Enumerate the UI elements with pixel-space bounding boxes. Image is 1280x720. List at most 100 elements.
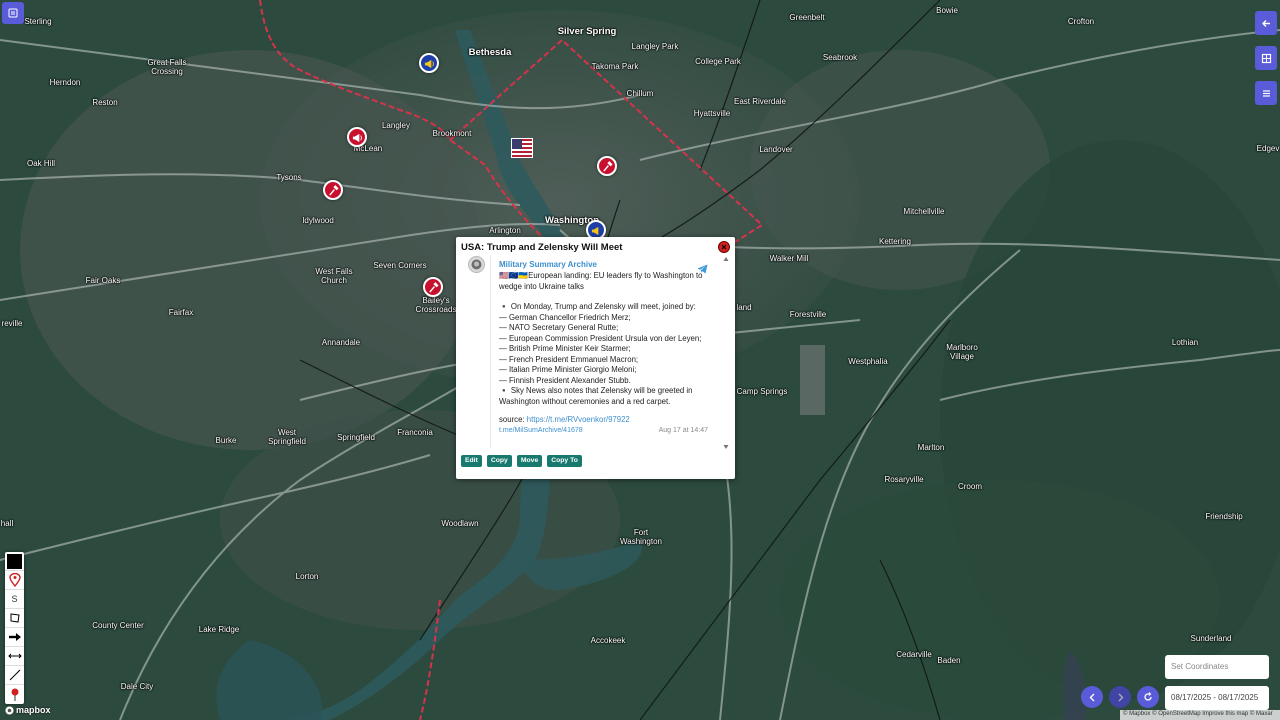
close-button[interactable]: [718, 241, 730, 253]
post-link[interactable]: t.me/MilSumArchive/41678: [499, 427, 583, 434]
channel-name[interactable]: Military Summary Archive: [499, 260, 708, 269]
coordinates-input[interactable]: Set Coordinates: [1165, 655, 1269, 679]
edit-button[interactable]: Edit: [461, 455, 482, 467]
place-label: Chillum: [626, 89, 654, 98]
place-label: Tysons: [276, 173, 302, 182]
place-label: Westphalia: [848, 357, 888, 366]
place-label: Silver Spring: [557, 26, 617, 37]
post-line: ▪️ On Monday, Trump and Zelensky will me…: [499, 302, 696, 311]
post-line: wedge into Ukraine talks: [499, 281, 584, 291]
megaphone-marker[interactable]: [347, 127, 367, 147]
post-line: — Italian Prime Minister Giorgio Meloni;: [499, 365, 637, 374]
line-icon: [9, 669, 20, 681]
hammer-marker[interactable]: [423, 277, 443, 297]
place-label: Seven Corners: [373, 261, 427, 270]
list-icon: [8, 8, 18, 18]
place-label: Franconia: [397, 428, 433, 437]
place-label: Baden: [937, 656, 961, 665]
place-label: Walker Mill: [769, 254, 809, 263]
marker-tool[interactable]: [5, 571, 24, 590]
menu-button[interactable]: [2, 2, 24, 24]
place-label: Greenbelt: [789, 13, 825, 22]
place-label: Mitchellville: [903, 207, 945, 216]
place-label: Kettering: [878, 237, 912, 246]
place-label: Langley Park: [631, 42, 679, 51]
channel-avatar: [468, 256, 485, 273]
place-label: Herndon: [49, 78, 81, 87]
place-label: Marlboro Village: [946, 343, 978, 361]
popup-actions: Edit Copy Move Copy To: [461, 455, 582, 467]
refresh-icon: [1144, 692, 1152, 701]
hammer-icon: [428, 281, 439, 293]
hammer-marker[interactable]: [323, 180, 343, 200]
mapbox-logo: mapbox: [5, 705, 51, 715]
place-label: reville: [1, 319, 23, 328]
megaphone-icon: [591, 226, 598, 235]
place-label: Brookmont: [432, 129, 472, 138]
place-label: Dale City: [120, 682, 154, 691]
place-label: Reston: [92, 98, 118, 107]
back-button[interactable]: [1255, 11, 1277, 35]
place-label: County Center: [92, 621, 144, 630]
line-tool[interactable]: [5, 666, 24, 685]
place-label: Bailey's Crossroads: [415, 296, 457, 314]
pin-tool[interactable]: [5, 685, 24, 704]
previous-button[interactable]: [1081, 686, 1103, 708]
map-pin-icon: [8, 573, 21, 587]
layers-button[interactable]: [1255, 46, 1277, 70]
popup-title: USA: Trump and Zelensky Will Meet: [461, 242, 623, 253]
double-arrow-icon: [7, 653, 22, 659]
attribution[interactable]: © Mapbox © OpenStreetMap Improve this ma…: [1120, 710, 1280, 720]
place-label: Burke: [215, 436, 237, 445]
us-flag-icon: [512, 139, 532, 157]
source-label: source:: [499, 415, 525, 424]
next-button[interactable]: [1109, 686, 1131, 708]
text-tool[interactable]: S: [5, 590, 24, 609]
post-line: Washington without ceremonies and a red …: [499, 396, 671, 406]
list-button[interactable]: [1255, 81, 1277, 105]
place-label: Annandale: [321, 338, 361, 347]
copy-to-button[interactable]: Copy To: [547, 455, 582, 467]
avatar-icon: [471, 259, 482, 270]
place-label: East Riverdale: [733, 97, 787, 106]
place-label: Takoma Park: [591, 62, 639, 71]
flag-marker[interactable]: [511, 138, 533, 158]
source-link[interactable]: https://t.me/RVvoenkor/97922: [527, 415, 630, 424]
place-label: Idylwood: [302, 216, 334, 225]
place-label: West Falls Church: [315, 267, 353, 285]
place-label: Edgev: [1256, 144, 1280, 153]
place-label: Fairfax: [168, 308, 194, 317]
mapbox-icon: [5, 705, 14, 715]
arrow-tool[interactable]: [5, 628, 24, 647]
place-label: Lorton: [295, 572, 319, 581]
place-label: Bowie: [936, 6, 958, 15]
mapbox-label: mapbox: [16, 705, 51, 715]
place-label: Rosaryville: [884, 475, 924, 484]
measure-tool[interactable]: [5, 647, 24, 666]
telegram-icon: [697, 261, 708, 279]
place-label: Springfield: [337, 433, 375, 442]
hammer-marker[interactable]: [597, 156, 617, 176]
close-icon: [721, 244, 727, 250]
place-label: Fort Washington: [620, 528, 662, 546]
place-label: hall: [0, 519, 14, 528]
chevron-left-icon: [1089, 693, 1094, 701]
chevron-right-icon: [1118, 693, 1123, 701]
date-range-input[interactable]: 08/17/2025 - 08/17/2025: [1165, 686, 1269, 710]
place-label: Camp Springs: [736, 387, 788, 396]
copy-button[interactable]: Copy: [486, 455, 512, 467]
post-footer: t.me/MilSumArchive/41678 Aug 17 at 14:47: [499, 427, 708, 434]
color-tool[interactable]: [5, 552, 24, 571]
move-button[interactable]: Move: [516, 455, 543, 467]
place-label: Sunderland: [1190, 634, 1232, 643]
post-line: — Finnish President Alexander Stubb.: [499, 375, 631, 385]
megaphone-marker[interactable]: [419, 53, 439, 73]
place-label: Friendship: [1205, 512, 1243, 521]
place-label: Lothian: [1171, 338, 1199, 347]
place-label: Great Falls Crossing: [147, 58, 187, 76]
place-label: Landover: [759, 145, 793, 154]
refresh-button[interactable]: [1137, 686, 1159, 708]
popup-scrollbar[interactable]: [722, 255, 730, 451]
place-label: Fair Oaks: [85, 276, 121, 285]
polygon-tool[interactable]: [5, 609, 24, 628]
